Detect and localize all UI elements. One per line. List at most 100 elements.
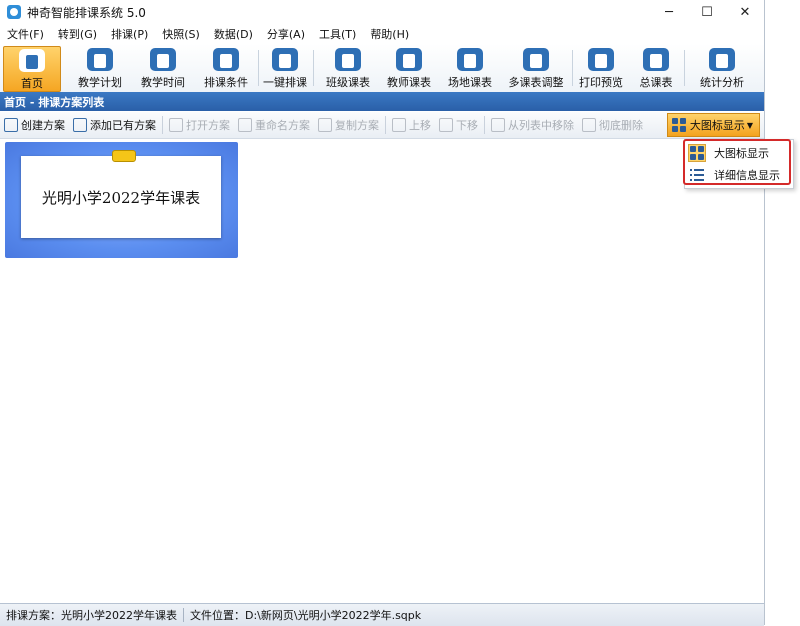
create-plan-button[interactable]: 创建方案 [0,114,69,136]
ribbon-label: 总课表 [639,76,673,89]
calendar-grid-icon [335,48,361,71]
open-plan-button[interactable]: 打开方案 [165,114,234,136]
clock-icon [150,48,176,71]
ribbon-venue-timetable-button[interactable]: 场地课表 [440,46,500,90]
window-controls: ─ ☐ ✕ [650,0,764,24]
view-details-label: 详细信息显示 [714,169,780,182]
ribbon-separator [313,50,314,86]
edit-icon [4,118,18,132]
ribbon-auto-schedule-button[interactable]: 一键排课 [260,46,310,90]
building-icon [457,48,483,71]
network-icon [213,48,239,71]
add-file-icon [73,118,87,132]
plan-paper: 光明小学2022学年课表 [21,156,221,238]
ribbon-label: 教学时间 [141,76,185,89]
view-large-icons-label: 大图标显示 [714,147,769,160]
ribbon-teaching-plan-button[interactable]: 教学计划 [70,46,130,90]
ribbon-multi-adjust-button[interactable]: 多课表调整 [502,46,570,90]
ribbon-home-button[interactable]: 首页 [3,46,61,92]
ribbon-toolbar: 首页 教学计划 教学时间 排课条件 一键排课 班级课表 教师课表 场地课表 多课… [0,44,764,93]
clipboard-icon [87,48,113,71]
ribbon-label: 班级课表 [326,76,370,89]
plan-toolbar: 创建方案 添加已有方案 打开方案 重命名方案 复制方案 上移 下移 从列表中移除… [0,112,764,139]
menu-tools[interactable]: 工具(T) [312,26,363,42]
status-bar: 排课方案：光明小学2022学年课表 文件位置：D:\新网页\光明小学2022学年… [0,603,764,626]
close-button[interactable]: ✕ [726,0,764,24]
document-gear-icon [523,48,549,71]
app-logo-icon [7,5,21,19]
open-plan-label: 打开方案 [186,119,230,132]
app-window: 神奇智能排课系统 5.0 ─ ☐ ✕ 文件(F) 转到(G) 排课(P) 快照(… [0,0,765,626]
menu-schedule[interactable]: 排课(P) [104,26,155,42]
maximize-button[interactable]: ☐ [688,0,726,24]
arrow-down-icon [439,118,453,132]
hand-pointer-icon [272,48,298,71]
home-icon [19,49,45,72]
ribbon-label: 排课条件 [204,76,248,89]
ribbon-print-preview-button[interactable]: 打印预览 [573,46,629,90]
menu-bar: 文件(F) 转到(G) 排课(P) 快照(S) 数据(D) 分享(A) 工具(T… [0,24,764,44]
ribbon-label: 多课表调整 [508,76,564,89]
move-up-label: 上移 [409,119,431,132]
move-up-button[interactable]: 上移 [388,114,435,136]
create-plan-label: 创建方案 [21,119,65,132]
trash-icon [582,118,596,132]
ribbon-label: 首页 [21,77,43,90]
rename-plan-label: 重命名方案 [255,119,310,132]
ribbon-label: 一键排课 [263,76,307,89]
ribbon-teaching-time-button[interactable]: 教学时间 [133,46,193,90]
menu-file[interactable]: 文件(F) [0,26,51,42]
printer-icon [588,48,614,71]
menu-share[interactable]: 分享(A) [260,26,312,42]
view-large-icons-option[interactable]: 大图标显示 [686,142,792,164]
ribbon-label: 打印预览 [579,76,623,89]
ribbon-label: 统计分析 [700,76,744,89]
ribbon-conditions-button[interactable]: 排课条件 [196,46,256,90]
move-down-button[interactable]: 下移 [435,114,482,136]
ribbon-separator [258,50,259,86]
plan-card[interactable]: 光明小学2022学年课表 [5,142,238,258]
ribbon-label: 场地课表 [448,76,492,89]
bar-chart-icon [709,48,735,71]
menu-data[interactable]: 数据(D) [207,26,260,42]
add-existing-label: 添加已有方案 [90,119,156,132]
view-mode-dropdown[interactable]: 大图标显示 ▼ [666,113,760,137]
chevron-down-icon: ▼ [746,120,753,130]
toolbar-separator [385,116,386,134]
title-bar: 神奇智能排课系统 5.0 ─ ☐ ✕ [0,0,764,24]
remove-from-list-button[interactable]: 从列表中移除 [487,114,578,136]
toolbar-separator [484,116,485,134]
master-calendar-icon [643,48,669,71]
grid-view-icon [671,118,686,132]
move-down-label: 下移 [456,119,478,132]
remove-file-icon [491,118,505,132]
minimize-button[interactable]: ─ [650,0,688,24]
grid-view-icon [688,144,706,162]
breadcrumb: 首页 - 排课方案列表 [0,92,764,111]
delete-plan-button[interactable]: 彻底删除 [578,114,647,136]
paper-clip-icon [112,150,136,162]
copy-plus-icon [318,118,332,132]
window-title: 神奇智能排课系统 5.0 [27,5,146,20]
pencil-icon [238,118,252,132]
open-external-icon [169,118,183,132]
menu-snapshot[interactable]: 快照(S) [155,26,207,42]
copy-plan-label: 复制方案 [335,119,379,132]
ribbon-separator [684,50,685,86]
remove-from-list-label: 从列表中移除 [508,119,574,132]
menu-help[interactable]: 帮助(H) [363,26,416,42]
add-existing-plan-button[interactable]: 添加已有方案 [69,114,160,136]
ribbon-statistics-button[interactable]: 统计分析 [694,46,750,90]
ribbon-master-timetable-button[interactable]: 总课表 [632,46,680,90]
copy-plan-button[interactable]: 复制方案 [314,114,383,136]
view-details-option[interactable]: 详细信息显示 [686,164,792,186]
ribbon-teacher-timetable-button[interactable]: 教师课表 [379,46,439,90]
ribbon-class-timetable-button[interactable]: 班级课表 [318,46,378,90]
rename-plan-button[interactable]: 重命名方案 [234,114,314,136]
arrow-up-icon [392,118,406,132]
toolbar-separator [162,116,163,134]
delete-plan-label: 彻底删除 [599,119,643,132]
teacher-icon [396,48,422,71]
list-view-icon [688,166,706,184]
menu-goto[interactable]: 转到(G) [51,26,104,42]
